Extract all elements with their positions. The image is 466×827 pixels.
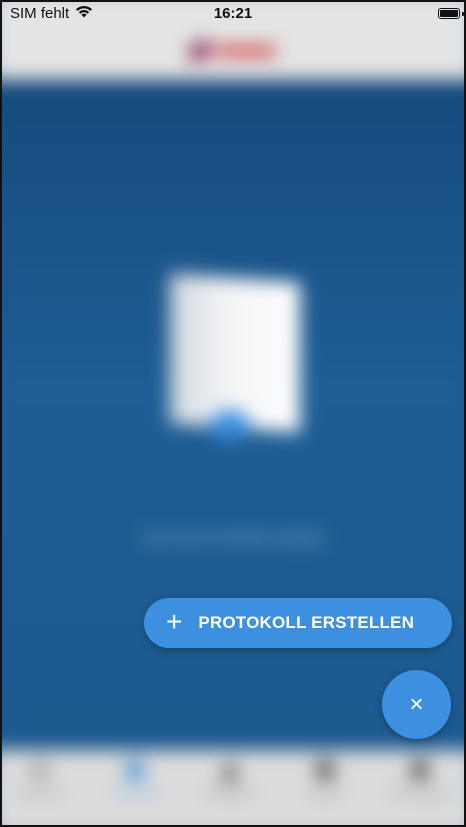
brand-logo <box>186 42 280 62</box>
app-screen: Noch keine Protokolle angelegt Startseit… <box>0 0 466 827</box>
bottom-tab-bar: Startseite Protokolle Meldungen Support … <box>0 750 466 827</box>
status-time: 16:21 <box>213 5 253 22</box>
gear-icon <box>410 760 430 780</box>
tab-label: Protokolle <box>112 788 158 799</box>
close-fab-button[interactable]: × <box>382 670 451 739</box>
tab-einstellungen[interactable]: Einstellungen <box>380 760 460 799</box>
empty-state-message: Noch keine Protokolle angelegt <box>143 530 323 545</box>
protocols-empty-state: Noch keine Protokolle angelegt <box>0 80 466 750</box>
tab-label: Einstellungen <box>389 788 451 799</box>
close-icon: × <box>409 690 424 718</box>
brand-mark-icon <box>186 42 214 60</box>
document-illustration <box>170 273 300 433</box>
tab-protokolle[interactable]: Protokolle <box>95 760 175 799</box>
brand-wordmark <box>216 46 276 56</box>
grid-icon <box>30 766 50 774</box>
tab-label: Startseite <box>18 788 62 799</box>
tab-meldungen[interactable]: Meldungen <box>190 760 270 799</box>
help-icon <box>315 760 335 780</box>
create-protocol-button[interactable]: + PROTOKOLL ERSTELLEN <box>144 598 452 648</box>
status-bar: SIM fehlt 16:21 <box>0 0 466 30</box>
plus-icon: + <box>166 605 183 637</box>
tab-label: Support <box>307 788 343 799</box>
create-protocol-label: PROTOKOLL ERSTELLEN <box>198 613 415 632</box>
warning-icon <box>220 760 240 780</box>
tab-support[interactable]: Support <box>285 760 365 799</box>
battery-tip <box>462 12 464 16</box>
battery-level <box>440 10 458 17</box>
battery-icon <box>438 8 460 19</box>
document-illustration-accent <box>210 410 250 440</box>
tab-startseite[interactable]: Startseite <box>0 760 80 799</box>
tab-label: Meldungen <box>205 788 255 799</box>
document-icon <box>125 760 145 780</box>
